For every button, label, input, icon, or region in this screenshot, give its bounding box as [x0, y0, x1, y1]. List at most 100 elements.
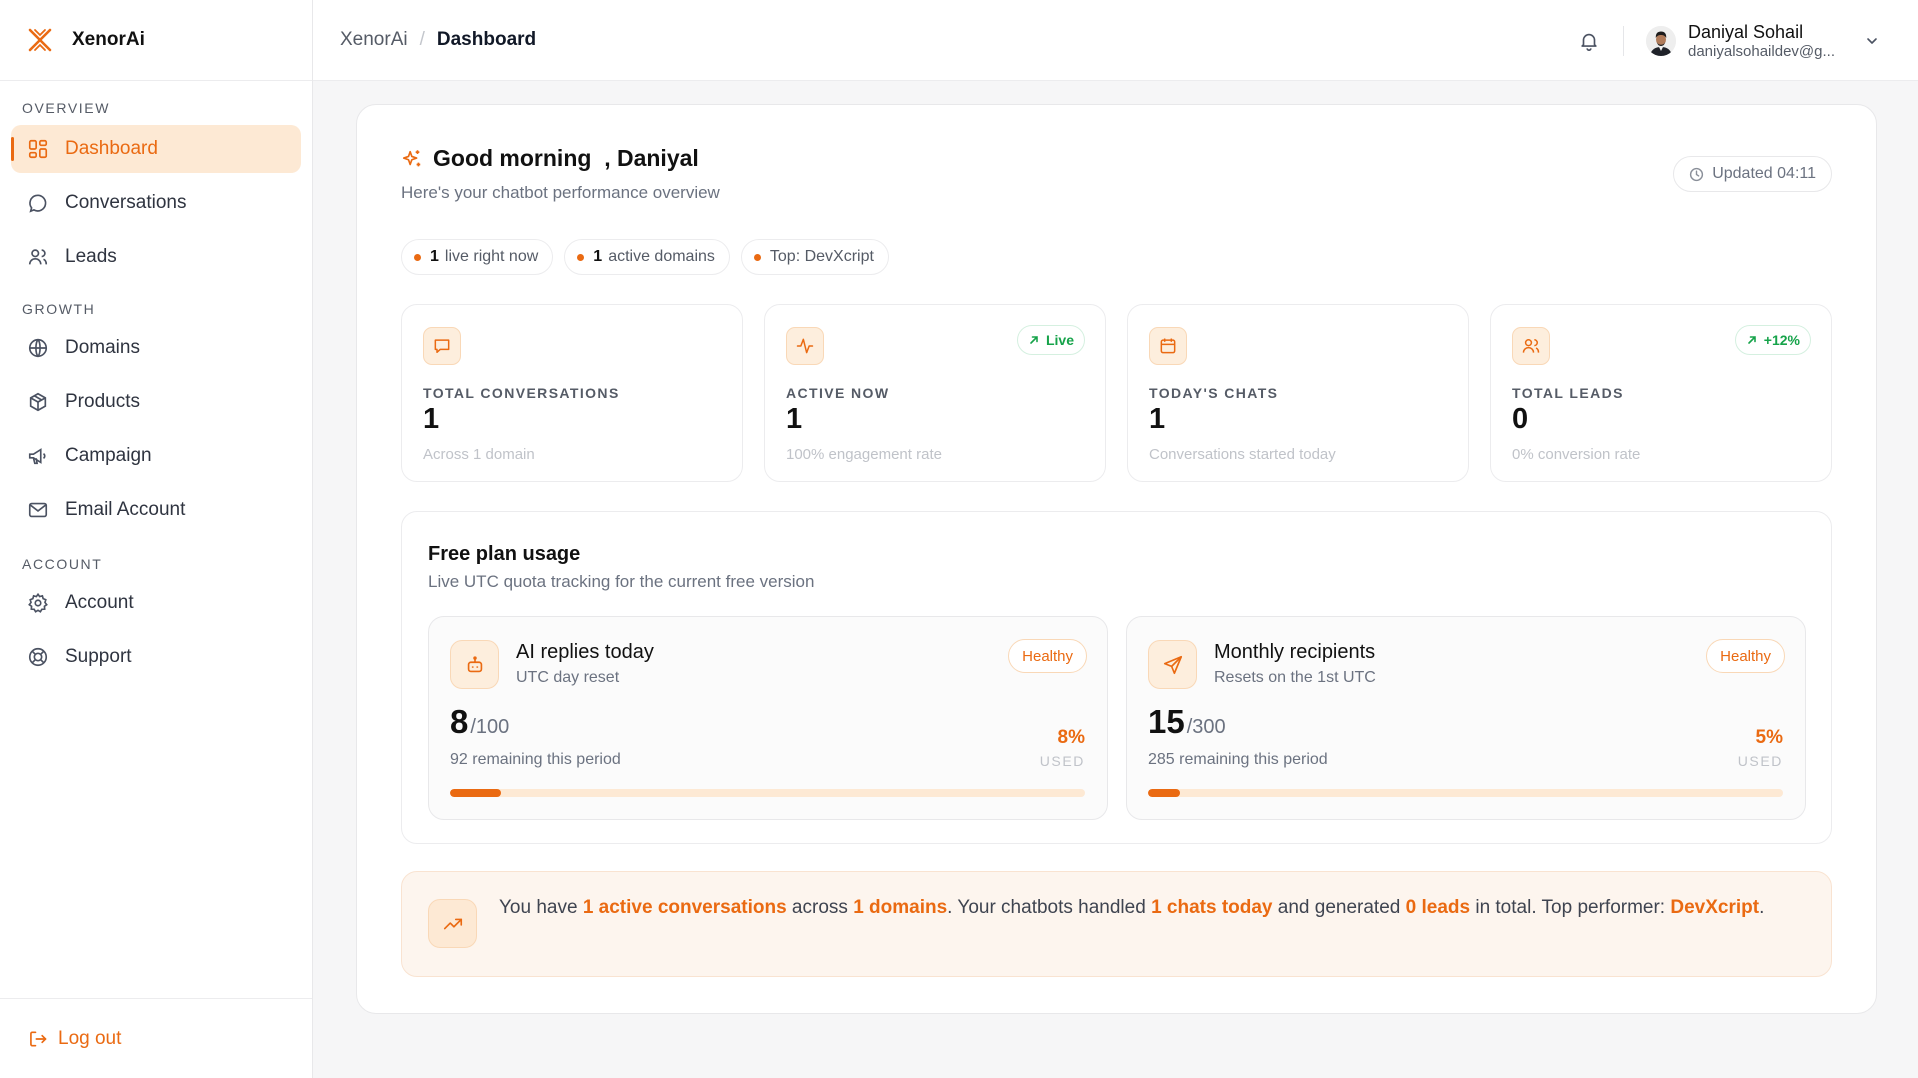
send-icon [1163, 655, 1182, 674]
grid-icon [28, 139, 48, 159]
sidebar-item-label: Conversations [65, 192, 187, 213]
brand[interactable]: XenorAi [0, 0, 312, 81]
sidebar-item-campaign[interactable]: Campaign [11, 432, 301, 480]
megaphone-icon [28, 448, 46, 465]
sidebar-item-domains[interactable]: Domains [11, 324, 301, 372]
chip-count: 1 [593, 248, 603, 265]
logout-button[interactable]: Log out [28, 1028, 121, 1050]
stat-card-total-leads[interactable]: +12% TOTAL LEADS 0 0% conversion rate [1490, 304, 1832, 482]
sidebar-item-leads[interactable]: Leads [11, 233, 301, 281]
logout-area: Log out [0, 998, 312, 1078]
sidebar-item-conversations[interactable]: Conversations [11, 179, 301, 227]
meter-icon [450, 640, 499, 689]
chat-icon [29, 194, 47, 213]
stat-card-active-now[interactable]: Live ACTIVE NOW 1 100% engagement rate [764, 304, 1106, 482]
section-title-growth: GROWTH [22, 301, 96, 317]
plan-usage-panel: Free plan usage Live UTC quota tracking … [401, 511, 1832, 844]
chip-count: 1 [430, 248, 439, 265]
stat-card-total-conversations[interactable]: TOTAL CONVERSATIONS 1 Across 1 domain [401, 304, 743, 482]
sidebar-item-label: Leads [65, 246, 117, 267]
stat-cards: TOTAL CONVERSATIONS 1 Across 1 domain Li… [401, 304, 1832, 482]
progress-fill [1148, 789, 1180, 797]
sidebar-item-dashboard[interactable]: Dashboard [11, 125, 301, 173]
lifebuoy-icon [28, 647, 48, 667]
top-header: XenorAi / Dashboard Daniyal Sohail daniy… [313, 0, 1918, 81]
stat-label: TOTAL CONVERSATIONS [423, 385, 620, 401]
sidebar-item-support[interactable]: Support [11, 633, 301, 681]
greeting-subtitle: Here's your chatbot performance overview [401, 183, 720, 202]
stat-icon [786, 327, 824, 365]
stat-icon [1149, 327, 1187, 365]
stat-card-todays-chats[interactable]: TODAY'S CHATS 1 Conversations started to… [1127, 304, 1469, 482]
meter-percent: 5% [1755, 727, 1783, 748]
breadcrumb-root[interactable]: XenorAi [340, 29, 408, 51]
usage-subtitle: Live UTC quota tracking for the current … [428, 572, 815, 591]
logout-label: Log out [58, 1027, 122, 1049]
progress-fill [450, 789, 501, 797]
usage-title: Free plan usage [428, 543, 581, 565]
status-chips: 1 live right now 1 active domains Top: D… [401, 239, 900, 275]
sidebar-item-label: Products [65, 391, 140, 412]
user-email: daniyalsohaildev@g... [1688, 42, 1835, 60]
updated-text: Updated 04:11 [1712, 165, 1816, 182]
gear-icon [28, 592, 48, 613]
sidebar-item-label: Email Account [65, 499, 186, 520]
stat-sub: 0% conversion rate [1512, 446, 1641, 463]
sidebar-item-products[interactable]: Products [11, 378, 301, 426]
sidebar-item-email-account[interactable]: Email Account [11, 486, 301, 534]
summary-icon [428, 899, 477, 948]
badge-text: +12% [1763, 332, 1800, 348]
stat-value: 0 [1512, 403, 1529, 435]
header-actions: Daniyal Sohail daniyalsohaildev@g... [1578, 0, 1918, 81]
sidebar-item-label: Dashboard [65, 138, 158, 159]
mail-icon [28, 502, 48, 518]
stat-sub: 100% engagement rate [786, 446, 942, 463]
breadcrumb-current: Dashboard [436, 29, 537, 50]
status-badge: Healthy [1706, 639, 1785, 673]
summary-highlight: 1 chats today [1151, 897, 1273, 918]
summary-highlight: 1 domains [853, 897, 948, 918]
stat-label: ACTIVE NOW [786, 385, 890, 401]
trending-up-icon [443, 918, 462, 929]
summary-text: You have 1 active conversations across 1… [499, 893, 1799, 923]
summary-part: You have [499, 897, 583, 918]
user-info[interactable]: Daniyal Sohail daniyalsohaildev@g... [1688, 21, 1844, 61]
summary-part: across [786, 897, 854, 918]
meter-remaining: 92 remaining this period [450, 751, 621, 768]
chip-top: Top: DevXcript [740, 239, 889, 275]
arrow-up-right-icon [1747, 336, 1756, 344]
stat-sub: Conversations started today [1149, 446, 1336, 463]
meter-total: /100 [470, 716, 510, 738]
chat-icon [434, 339, 450, 353]
meter-subtitle: Resets on the 1st UTC [1214, 669, 1376, 686]
summary-part: . Your chatbots handled [947, 897, 1152, 918]
avatar[interactable] [1646, 25, 1676, 56]
header-divider [1623, 25, 1624, 56]
stat-value: 1 [1149, 403, 1166, 435]
status-badge: Healthy [1008, 639, 1087, 673]
avatar-image [1646, 25, 1676, 56]
status-dot-icon [753, 253, 761, 261]
progress-track [450, 789, 1085, 797]
breadcrumb-separator: / [419, 29, 425, 50]
meter-ai-replies: AI replies today UTC day reset Healthy 8… [428, 616, 1108, 820]
brand-name: XenorAi [72, 29, 145, 50]
meter-title: Monthly recipients [1214, 641, 1376, 663]
calendar-icon [1160, 338, 1176, 354]
meter-used-label: USED [1737, 753, 1783, 769]
badge-text: Live [1045, 332, 1074, 348]
bell-icon[interactable] [1578, 30, 1600, 52]
activity-icon [796, 338, 814, 354]
summary-part: and generated [1272, 897, 1406, 918]
arrow-up-right-icon [1030, 336, 1038, 344]
chevron-down-icon[interactable] [1864, 33, 1880, 49]
greeting: Good morning , Daniyal [401, 145, 699, 172]
chip-label: active domains [608, 248, 715, 265]
meter-title: AI replies today [516, 641, 654, 663]
stat-label: TOTAL LEADS [1512, 385, 1624, 401]
sidebar-item-account[interactable]: Account [11, 579, 301, 627]
summary-part: in total. Top performer: [1470, 897, 1671, 918]
meter-used: 8 [450, 703, 469, 740]
status-dot-icon [414, 253, 421, 261]
sparkles-icon [402, 149, 421, 166]
